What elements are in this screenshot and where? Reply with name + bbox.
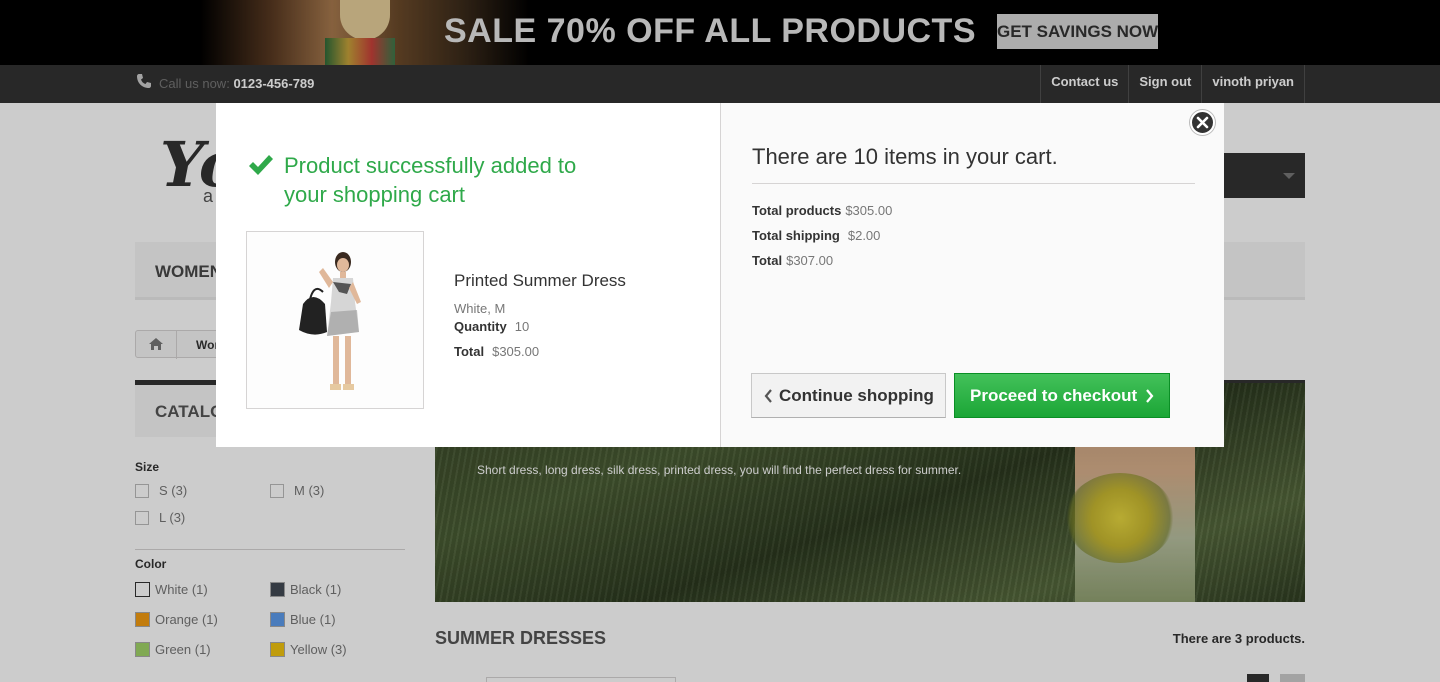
cart-total-row: Total $307.00 bbox=[752, 253, 833, 268]
cart-item-count: There are 10 items in your cart. bbox=[752, 144, 1058, 169]
quantity-label: Quantity bbox=[454, 319, 507, 334]
cart-total-label: Total bbox=[752, 253, 783, 268]
product-attributes: White, M bbox=[454, 301, 506, 316]
product-total-label: Total bbox=[454, 344, 485, 359]
product-total-value: $305.00 bbox=[492, 344, 540, 359]
close-icon bbox=[1196, 116, 1209, 129]
modal-product-panel: Product successfully added to your shopp… bbox=[216, 103, 720, 447]
product-total: Total $305.00 bbox=[454, 344, 539, 359]
checkout-label: Proceed to checkout bbox=[970, 385, 1138, 405]
cart-divider bbox=[752, 183, 1195, 184]
chevron-left-icon bbox=[764, 388, 772, 403]
product-image bbox=[246, 231, 424, 409]
quantity-value: 10 bbox=[514, 319, 530, 334]
dress-model-illustration bbox=[299, 252, 361, 390]
add-to-cart-modal: Product successfully added to your shopp… bbox=[216, 103, 1224, 447]
product-quantity: Quantity 10 bbox=[454, 319, 529, 334]
total-shipping-row: Total shipping $2.00 bbox=[752, 228, 880, 243]
continue-shopping-label: Continue shopping bbox=[779, 385, 934, 405]
proceed-to-checkout-button[interactable]: Proceed to checkout bbox=[954, 373, 1170, 418]
total-shipping-value: $2.00 bbox=[847, 228, 881, 243]
check-icon bbox=[249, 155, 273, 175]
chevron-right-icon bbox=[1146, 388, 1154, 403]
cart-total-value: $307.00 bbox=[786, 253, 834, 268]
total-products-row: Total products $305.00 bbox=[752, 203, 892, 218]
total-shipping-label: Total shipping bbox=[752, 228, 840, 243]
total-products-value: $305.00 bbox=[845, 203, 893, 218]
continue-shopping-button[interactable]: Continue shopping bbox=[751, 373, 946, 418]
product-name: Printed Summer Dress bbox=[454, 271, 626, 290]
close-modal-button[interactable] bbox=[1190, 110, 1215, 135]
total-products-label: Total products bbox=[752, 203, 842, 218]
success-message: Product successfully added to your shopp… bbox=[284, 153, 577, 207]
